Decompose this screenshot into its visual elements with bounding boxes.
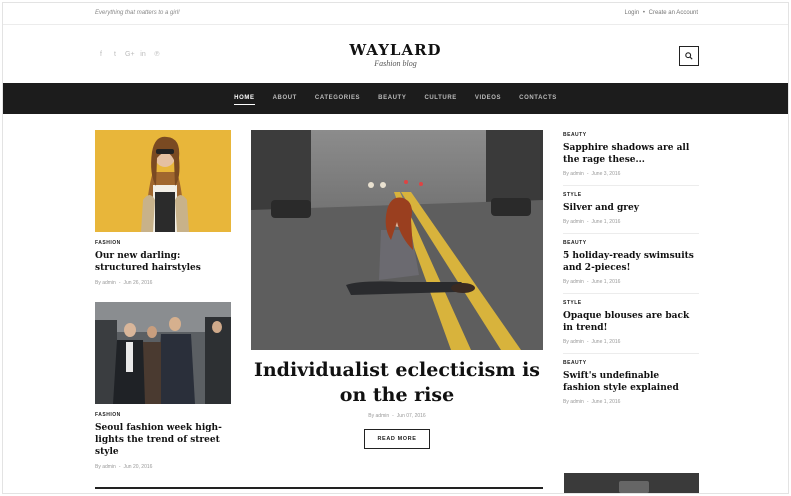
- post-author[interactable]: By admin: [563, 339, 584, 345]
- post-meta: By admin - Jun 26, 2016: [95, 280, 153, 286]
- nav-contacts[interactable]: CONTACTS: [519, 83, 557, 114]
- post-title[interactable]: Seoul fashion week high-lights the trend…: [95, 422, 231, 458]
- post-image[interactable]: [95, 130, 231, 232]
- featured-image[interactable]: [251, 130, 543, 350]
- post-date: Jun 26, 2016: [123, 280, 153, 286]
- post-title[interactable]: Our new darling: structured hairstyles: [95, 250, 231, 274]
- post-date: June 1, 2016: [591, 219, 621, 225]
- logo-title: WAYLARD: [349, 41, 442, 59]
- create-account-link[interactable]: Create an Account: [649, 10, 698, 16]
- list-item: BEAUTY Swift's undefinable fashion style…: [563, 360, 699, 413]
- post-title[interactable]: Swift's undefinable fashion style explai…: [563, 370, 699, 394]
- featured-post: Individualist eclecticism is on the rise…: [251, 130, 543, 449]
- post-category[interactable]: BEAUTY: [563, 360, 699, 366]
- post-category[interactable]: BEAUTY: [563, 132, 699, 138]
- list-item: STYLE Opaque blouses are back in trend! …: [563, 300, 699, 354]
- post-category[interactable]: FASHION: [95, 412, 231, 418]
- post-title[interactable]: 5 holiday-ready swimsuits and 2-pieces!: [563, 250, 699, 274]
- post-date: June 1, 2016: [591, 399, 621, 405]
- tagline: Everything that matters to a girl!: [95, 10, 180, 16]
- nav-categories[interactable]: CATEGORIES: [315, 83, 360, 114]
- post-author[interactable]: By admin: [563, 399, 584, 405]
- sidebar-post-list: BEAUTY Sapphire shadows are all the rage…: [563, 132, 699, 419]
- read-more-button[interactable]: READ MORE: [364, 429, 430, 449]
- featured-meta: By admin - Jun 07, 2016: [368, 413, 426, 419]
- post-category[interactable]: BEAUTY: [563, 240, 699, 246]
- list-item: BEAUTY 5 holiday-ready swimsuits and 2-p…: [563, 240, 699, 294]
- featured-title[interactable]: Individualist eclecticism is on the rise: [251, 358, 543, 408]
- nav-home[interactable]: HOME: [234, 83, 255, 114]
- logo-subtitle: Fashion blog: [374, 59, 417, 68]
- nav-beauty[interactable]: BEAUTY: [378, 83, 406, 114]
- post-meta: By admin - Jun 20, 2016: [95, 464, 153, 470]
- nav-culture[interactable]: CULTURE: [424, 83, 456, 114]
- post-date: June 1, 2016: [591, 279, 621, 285]
- post-date: Jun 20, 2016: [123, 464, 153, 470]
- post-title[interactable]: Opaque blouses are back in trend!: [563, 310, 699, 334]
- section-divider: [95, 487, 543, 489]
- login-link[interactable]: Login: [624, 10, 639, 16]
- logo[interactable]: WAYLARD Fashion blog: [3, 41, 788, 68]
- post-meta: By admin - June 1, 2016: [563, 399, 621, 405]
- post-title[interactable]: Sapphire shadows are all the rage these.…: [563, 142, 699, 166]
- search-icon: [685, 52, 693, 60]
- post-card: FASHION Our new darling: structured hair…: [95, 130, 231, 286]
- post-author[interactable]: By admin: [95, 464, 116, 470]
- post-author[interactable]: By admin: [563, 219, 584, 225]
- search-button[interactable]: [679, 46, 699, 66]
- post-meta: By admin - June 3, 2016: [563, 171, 621, 177]
- nav-about[interactable]: ABOUT: [273, 83, 297, 114]
- main-nav: HOME ABOUT CATEGORIES BEAUTY CULTURE VID…: [3, 83, 788, 114]
- post-title[interactable]: Silver and grey: [563, 202, 699, 214]
- post-author[interactable]: By admin: [563, 279, 584, 285]
- top-bar: Everything that matters to a girl! Login…: [3, 3, 788, 25]
- post-category[interactable]: STYLE: [563, 300, 699, 306]
- post-category[interactable]: STYLE: [563, 192, 699, 198]
- sidebar-thumbnail[interactable]: [564, 473, 699, 493]
- separator: •: [642, 10, 645, 16]
- post-date: June 3, 2016: [591, 171, 621, 177]
- account-links: Login • Create an Account: [624, 10, 698, 16]
- list-item: STYLE Silver and grey By admin - June 1, 2…: [563, 192, 699, 234]
- post-card: FASHION Seoul fashion week high-lights t…: [95, 302, 231, 470]
- post-meta: By admin - June 1, 2016: [563, 339, 621, 345]
- post-author[interactable]: By admin: [95, 280, 116, 286]
- post-author[interactable]: By admin: [368, 413, 389, 419]
- post-author[interactable]: By admin: [563, 171, 584, 177]
- page: Everything that matters to a girl! Login…: [2, 2, 789, 494]
- post-category[interactable]: FASHION: [95, 240, 231, 246]
- post-image[interactable]: [95, 302, 231, 404]
- post-meta: By admin - June 1, 2016: [563, 219, 621, 225]
- post-date: Jun 07, 2016: [396, 413, 426, 419]
- header: f t G+ in ℗ WAYLARD Fashion blog: [3, 26, 788, 84]
- post-date: June 1, 2016: [591, 339, 621, 345]
- post-meta: By admin - June 1, 2016: [563, 279, 621, 285]
- list-item: BEAUTY Sapphire shadows are all the rage…: [563, 132, 699, 186]
- nav-videos[interactable]: VIDEOS: [475, 83, 501, 114]
